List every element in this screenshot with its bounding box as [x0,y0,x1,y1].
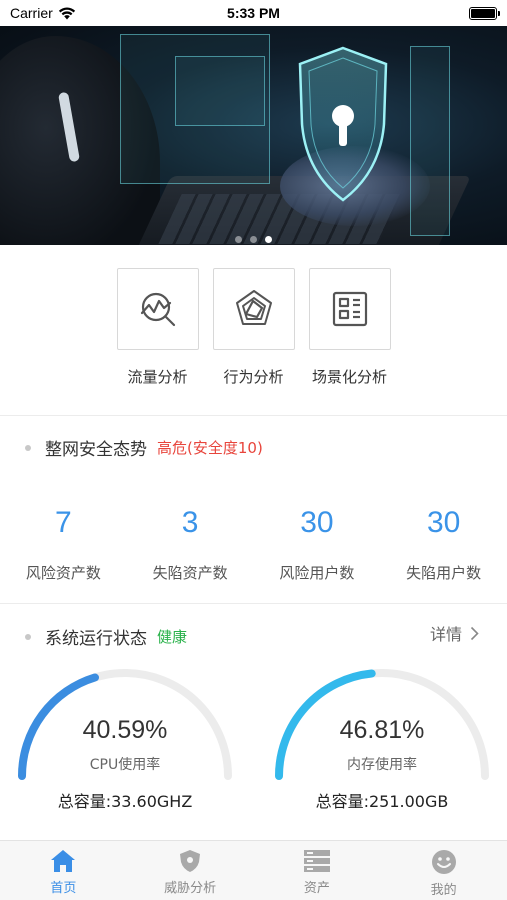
stat-value: 30 [426,506,461,539]
memory-gauge[interactable]: 46.81% 内存使用率 总容量:251.00GB [272,668,492,818]
gauge-label: CPU使用率 [89,757,161,773]
gauge-total: 总容量:33.60GHZ [57,792,193,811]
section-title: 整网安全态势 [45,440,147,460]
wifi-icon [58,7,75,19]
gauge-total: 总容量:251.00GB [315,792,449,811]
quick-action-traffic[interactable]: 流量分析 [116,268,199,387]
bullet-icon [25,633,31,640]
quick-actions: 流量分析 行为分析 场景化分析 [0,268,507,387]
status-bar: Carrier 5:33 PM [0,0,507,26]
gauge-value: 46.81% [339,716,425,744]
divider [0,415,507,416]
tab-label: 我的 [430,883,457,898]
stat-compromised-users[interactable]: 30 失陷用户数 [380,506,507,583]
divider [0,603,507,604]
system-status-badge: 健康 [157,628,188,646]
stat-compromised-assets[interactable]: 3 失陷资产数 [127,506,254,583]
tab-home[interactable]: 首页 [0,841,127,900]
stat-value: 30 [300,506,334,539]
security-stats: 7 风险资产数 3 失陷资产数 30 风险用户数 30 失陷用户数 [0,506,507,583]
battery-icon [469,6,500,20]
stat-label: 失陷用户数 [406,564,482,582]
quick-action-scenario[interactable]: 场景化分析 [308,268,391,387]
clock: 5:33 PM [227,5,280,21]
banner-carousel[interactable] [0,26,507,245]
tab-label: 威胁分析 [164,881,217,896]
stat-risk-users[interactable]: 30 风险用户数 [254,506,381,583]
details-link[interactable]: 详情 [430,621,479,645]
stat-risk-assets[interactable]: 7 风险资产数 [0,506,127,583]
bullet-icon [25,444,31,451]
shield-lock-icon [298,46,388,202]
stat-label: 风险资产数 [25,564,101,582]
carousel-dots[interactable] [0,236,507,243]
tab-label: 首页 [50,881,77,896]
carousel-dot[interactable] [250,236,257,243]
scenario-analysis-icon [332,291,367,327]
chevron-right-icon [470,626,479,640]
security-status-badge: 高危(安全度10) [157,439,263,457]
gauge-label: 内存使用率 [347,757,417,773]
quick-action-label: 场景化分析 [311,368,387,386]
tab-bar: 首页 威胁分析 资产 我的 [0,840,507,900]
stat-value: 7 [55,506,72,539]
carrier-label: Carrier [10,5,53,21]
tab-mine[interactable]: 我的 [380,841,507,900]
quick-action-behavior[interactable]: 行为分析 [212,268,295,387]
home-icon [51,850,76,872]
tab-assets[interactable]: 资产 [254,841,381,900]
cpu-gauge[interactable]: 40.59% CPU使用率 总容量:33.60GHZ [15,668,235,818]
tab-label: 资产 [303,881,330,896]
smiley-face-icon [431,850,456,874]
server-icon [303,850,330,872]
carousel-dot[interactable] [235,236,242,243]
quick-action-label: 流量分析 [127,368,188,386]
quick-action-label: 行为分析 [223,368,284,386]
security-section-header: 整网安全态势 高危(安全度10) [0,435,507,460]
stat-label: 风险用户数 [279,564,355,582]
section-title: 系统运行状态 [45,629,147,649]
traffic-analysis-icon [140,292,175,327]
shield-icon [180,850,201,872]
details-label: 详情 [429,625,462,644]
gauge-value: 40.59% [82,716,168,744]
behavior-analysis-icon [235,290,272,325]
tab-threat-analysis[interactable]: 威胁分析 [127,841,254,900]
stat-label: 失陷资产数 [152,564,228,582]
stat-value: 3 [181,506,199,539]
carousel-dot-active[interactable] [265,236,272,243]
